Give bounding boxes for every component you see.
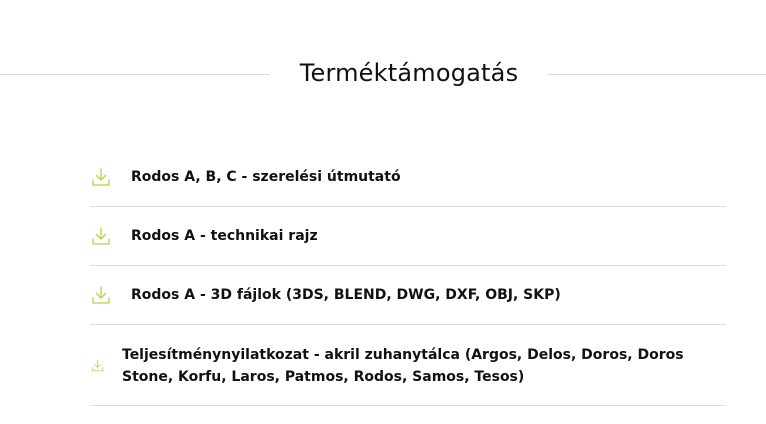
download-link-declaration-of-performance[interactable]: Teljesítménynyilatkozat - akril zuhanytá… xyxy=(90,325,726,406)
download-link-3d-files[interactable]: Rodos A - 3D fájlok (3DS, BLEND, DWG, DX… xyxy=(90,266,726,325)
heading-divider-right xyxy=(548,74,766,75)
download-list: Rodos A, B, C - szerelési útmutató Rodos… xyxy=(90,148,726,406)
heading-divider-left xyxy=(0,74,270,75)
download-icon xyxy=(90,359,104,372)
download-icon xyxy=(90,285,112,305)
download-label: Rodos A - 3D fájlok (3DS, BLEND, DWG, DX… xyxy=(131,287,561,303)
section-heading: Terméktámogatás xyxy=(0,52,766,96)
download-link-technical-drawing[interactable]: Rodos A - technikai rajz xyxy=(90,207,726,266)
download-icon xyxy=(90,167,112,187)
download-label: Teljesítménynyilatkozat - akril zuhanytá… xyxy=(122,346,684,385)
download-label: Rodos A - technikai rajz xyxy=(131,228,318,244)
download-label: Rodos A, B, C - szerelési útmutató xyxy=(131,169,401,185)
download-icon xyxy=(90,226,112,246)
page-title: Terméktámogatás xyxy=(299,59,519,87)
download-link-install-guide[interactable]: Rodos A, B, C - szerelési útmutató xyxy=(90,148,726,207)
